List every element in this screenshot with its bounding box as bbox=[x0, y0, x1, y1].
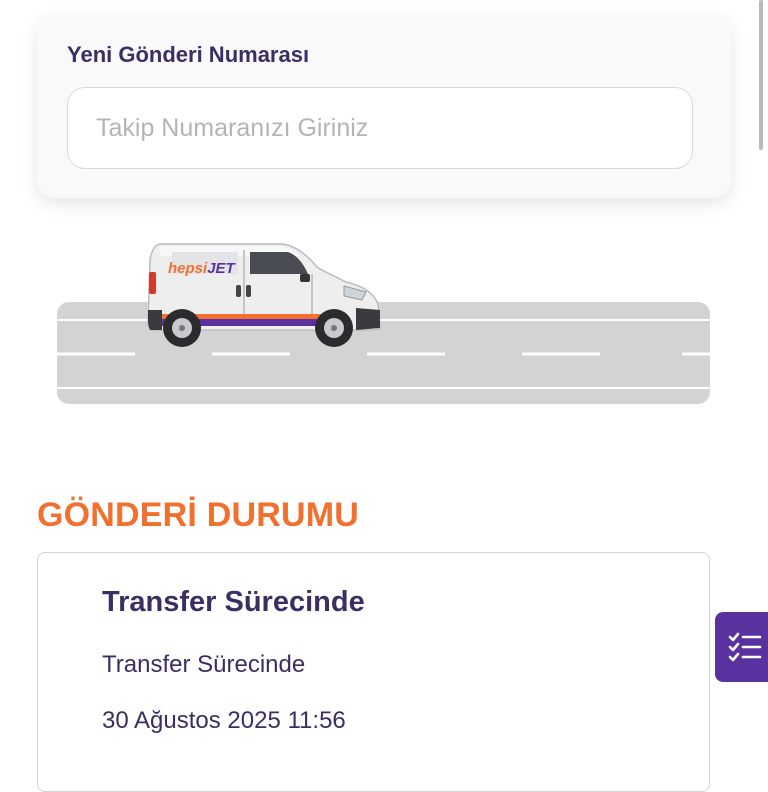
status-title: Transfer Sürecinde bbox=[102, 586, 365, 618]
status-description: Transfer Sürecinde bbox=[102, 651, 306, 678]
tracking-card: Yeni Gönderi Numarası bbox=[37, 14, 731, 198]
road-scene: hepsiJET bbox=[57, 243, 710, 404]
status-card: Transfer Sürecinde Transfer Sürecinde 30… bbox=[37, 552, 710, 792]
svg-text:hepsiJET: hepsiJET bbox=[168, 260, 237, 277]
section-title: GÖNDERİ DURUMU bbox=[37, 496, 360, 534]
van-logo-hepsi: hepsi bbox=[168, 260, 208, 277]
checklist-button[interactable] bbox=[715, 612, 768, 682]
status-date: 30 Ağustos 2025 11:56 bbox=[102, 707, 346, 734]
tracking-number-input[interactable] bbox=[67, 87, 693, 169]
van-logo-jet: JET bbox=[207, 260, 236, 277]
checklist-icon bbox=[728, 632, 762, 662]
scrollbar[interactable] bbox=[759, 0, 763, 150]
tracking-label: Yeni Gönderi Numarası bbox=[67, 42, 310, 67]
